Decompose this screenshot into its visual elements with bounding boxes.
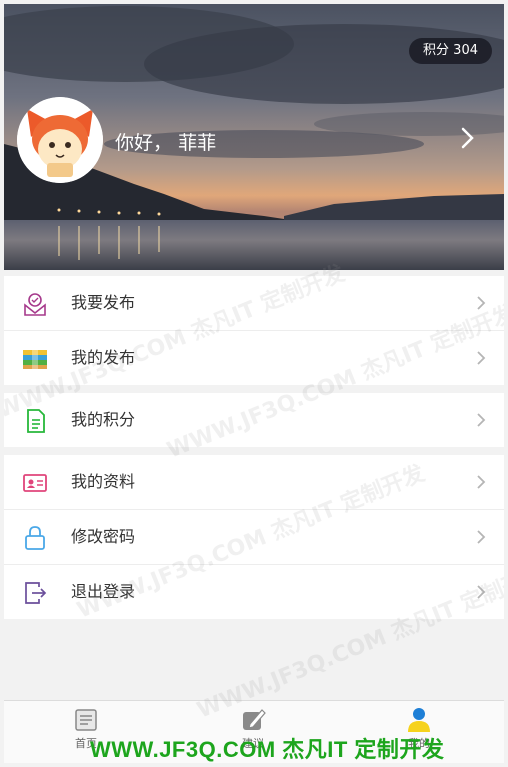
user-icon [408,708,430,732]
profile-header[interactable]: 积分 304 你好， 菲菲 [4,4,504,270]
chevron-right-icon [477,413,486,427]
profile-page: 积分 304 你好， 菲菲 我要发布 我的发布 我的积分 我的资料 修改密码 退… [4,4,504,763]
menu-group-points: 我的积分 [4,393,504,447]
chevron-right-icon [477,351,486,365]
menu-item-my-posts[interactable]: 我的发布 [4,331,504,385]
fox-avatar-icon [17,97,103,183]
books-icon [23,350,47,369]
menu-group-account: 我的资料 修改密码 退出登录 [4,455,504,619]
username: 菲菲 [178,132,217,154]
menu-item-label: 我的发布 [71,348,136,367]
menu-item-label: 修改密码 [71,527,136,546]
id-card-icon [23,474,47,492]
chevron-right-icon [477,296,486,310]
lock-icon [25,526,45,550]
chevron-right-icon [477,585,486,599]
chevron-right-icon[interactable] [456,126,480,150]
menu-item-profile[interactable]: 我的资料 [4,455,504,510]
menu-item-my-points[interactable]: 我的积分 [4,393,504,447]
menu-item-logout[interactable]: 退出登录 [4,565,504,619]
menu-group-publish: 我要发布 我的发布 [4,276,504,385]
greeting-label: 你好， [115,132,173,154]
menu-item-label: 我的积分 [71,410,136,429]
menu-item-label: 我的资料 [71,472,136,491]
chevron-right-icon [477,475,486,489]
home-doc-icon [75,709,97,731]
greeting-text: 你好， 菲菲 [115,128,216,155]
watermark-banner: WWW.JF3Q.COM 杰凡IT 定制开发 [90,737,445,762]
avatar[interactable] [17,97,103,183]
menu-item-label: 我要发布 [71,293,136,312]
points-badge[interactable]: 积分 304 [409,38,492,64]
logout-icon [25,582,47,604]
edit-icon [243,709,266,730]
menu-item-change-password[interactable]: 修改密码 [4,510,504,565]
post-icon [24,293,46,316]
menu-item-label: 退出登录 [71,582,136,601]
menu-item-new-post[interactable]: 我要发布 [4,276,504,331]
chevron-right-icon [477,530,486,544]
document-icon [27,409,45,433]
